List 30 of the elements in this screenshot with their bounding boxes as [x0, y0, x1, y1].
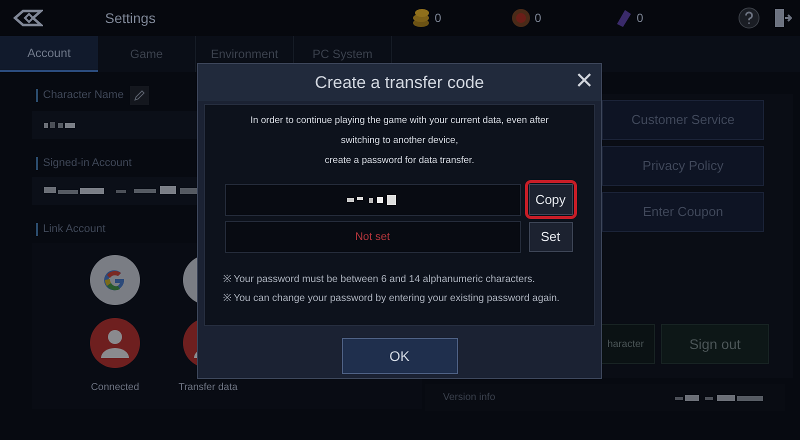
note-text: ※ Your password must be between 6 and 14 alphanumeric characters.	[223, 273, 536, 286]
currency-amount: 0	[636, 10, 644, 27]
logo-icon[interactable]	[13, 9, 43, 27]
user-icon[interactable]	[90, 318, 140, 368]
dialog-title: Create a transfer code	[314, 72, 484, 94]
action-button[interactable]: Sign out	[661, 324, 769, 364]
pixelated-text-drawing	[44, 121, 78, 129]
edit-button[interactable]	[130, 86, 149, 105]
note-text: ※ You can change your password by entering your existing password again.	[223, 292, 560, 305]
dialog-description: In order to continue playing the game with your current data, even after switching to another device, create a password for data transfer.	[249, 114, 550, 168]
link-status-label: Transfer data	[178, 381, 238, 395]
password-field: Not set	[224, 221, 520, 253]
google-icon[interactable]	[90, 255, 140, 305]
link-status-label: Connected	[90, 381, 140, 395]
section-label: Link Account	[43, 222, 106, 237]
tab[interactable]: Account	[0, 36, 98, 72]
close-button[interactable]: ×	[575, 66, 593, 96]
pixelated-text-drawing	[346, 194, 398, 206]
set-button[interactable]: Set	[528, 222, 572, 252]
version-label: Version info	[443, 391, 496, 405]
exit-icon[interactable]	[774, 8, 792, 28]
currency-amount: 0	[534, 10, 542, 27]
section-label: Character Name	[43, 88, 124, 104]
section-label: Signed-in Account	[43, 156, 132, 171]
page-title: Settings	[105, 8, 156, 28]
help-icon[interactable]	[738, 7, 760, 29]
copy-button[interactable]: Copy	[528, 184, 572, 215]
pencil-icon	[134, 90, 145, 101]
currency-amount: 0	[434, 10, 442, 27]
ok-button[interactable]: OK	[342, 338, 458, 374]
